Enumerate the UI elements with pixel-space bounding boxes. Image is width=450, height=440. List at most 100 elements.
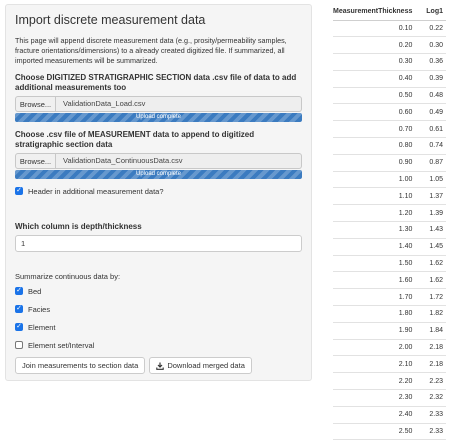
table-row: 0.80 0.74 (333, 137, 446, 155)
cell-measurement-thickness: 2.50 (333, 423, 418, 440)
measurement-upload-progress: Upload complete (15, 170, 302, 179)
facies-checkbox[interactable]: ✓ (15, 305, 23, 313)
element-checkbox[interactable]: ✓ (15, 323, 23, 331)
table-row: 2.30 2.32 (333, 389, 446, 407)
summarize-facies-row[interactable]: ✓ Facies (15, 303, 302, 315)
download-merged-label: Download merged data (167, 361, 245, 370)
cell-measurement-thickness: 0.60 (333, 103, 418, 122)
cell-log1: 1.37 (417, 187, 446, 206)
cell-log1: 1.62 (417, 255, 446, 273)
cell-log1: 2.23 (417, 372, 446, 391)
cell-log1: 0.39 (417, 70, 446, 88)
cell-log1: 2.33 (417, 406, 446, 424)
cell-measurement-thickness: 2.00 (333, 339, 418, 357)
cell-log1: 1.62 (417, 271, 446, 290)
cell-log1: 1.82 (417, 305, 446, 323)
table-row: 0.40 0.39 (333, 70, 446, 88)
summarize-bed-row[interactable]: ✓ Bed (15, 285, 302, 297)
table-row: 0.50 0.48 (333, 87, 446, 105)
table-row: 0.70 0.61 (333, 120, 446, 139)
cell-measurement-thickness: 1.80 (333, 305, 418, 323)
cell-measurement-thickness: 1.40 (333, 238, 418, 256)
cell-measurement-thickness: 0.70 (333, 120, 418, 139)
section-upload-progress: Upload complete (15, 113, 302, 122)
cell-measurement-thickness: 2.10 (333, 355, 418, 374)
page-description: This page will append discrete measureme… (15, 36, 287, 65)
cell-log1: 0.61 (417, 120, 446, 139)
measurement-file-input: Browse... ValidationData_ContinuousData.… (15, 153, 302, 169)
section-file-name[interactable]: ValidationData_Load.csv (56, 96, 302, 112)
measurement-table: MeasurementThickness Log1 0.10 0.22 0.20 0.… (333, 4, 446, 440)
table-row: 1.70 1.72 (333, 288, 446, 307)
cell-measurement-thickness: 1.50 (333, 255, 418, 273)
table-row: 1.80 1.82 (333, 305, 446, 323)
cell-log1: 0.30 (417, 36, 446, 55)
element-checkbox-label: Element (28, 322, 56, 332)
bed-checkbox-label: Bed (28, 286, 42, 296)
summarize-label: Summarize continuous data by: (15, 272, 121, 281)
table-row: 1.90 1.84 (333, 322, 446, 340)
table-row: 1.00 1.05 (333, 171, 446, 189)
element-set-checkbox-label: Element set/Interval (28, 340, 95, 350)
section-file-label: Choose DIGITIZED STRATIGRAPHIC SECTION d… (15, 73, 297, 92)
table-row: 1.30 1.43 (333, 221, 446, 239)
section-file-input: Browse... ValidationData_Load.csv (15, 96, 302, 112)
cell-measurement-thickness: 1.70 (333, 288, 418, 307)
section-browse-button[interactable]: Browse... (15, 96, 56, 112)
table-row: 0.10 0.22 (333, 20, 446, 38)
page-title: Import discrete measurement data (15, 13, 206, 27)
depth-column-input[interactable]: 1 (15, 235, 302, 252)
summarize-element-row[interactable]: ✓ Element (15, 321, 302, 333)
cell-log1: 1.05 (417, 171, 446, 189)
cell-log1: 0.87 (417, 154, 446, 172)
summarize-element-set-row[interactable]: Element set/Interval (15, 339, 302, 351)
cell-log1: 0.36 (417, 53, 446, 71)
table-row: 2.20 2.23 (333, 372, 446, 391)
column-header-log1[interactable]: Log1 (417, 4, 446, 21)
cell-log1: 2.32 (417, 389, 446, 407)
cell-measurement-thickness: 1.10 (333, 187, 418, 206)
download-merged-button[interactable]: Download merged data (149, 357, 252, 374)
column-header-measurement-thickness[interactable]: MeasurementThickness (333, 4, 418, 21)
download-icon (156, 362, 165, 370)
table-row: 2.50 2.33 (333, 423, 446, 440)
cell-measurement-thickness: 0.30 (333, 53, 418, 71)
cell-log1: 0.48 (417, 87, 446, 105)
table-row: 2.40 2.33 (333, 406, 446, 424)
cell-measurement-thickness: 0.80 (333, 137, 418, 155)
table-row: 2.00 2.18 (333, 339, 446, 357)
table-row: 1.40 1.45 (333, 238, 446, 256)
cell-log1: 2.18 (417, 355, 446, 374)
cell-measurement-thickness: 0.40 (333, 70, 418, 88)
cell-log1: 2.33 (417, 423, 446, 440)
table-row: 2.10 2.18 (333, 355, 446, 374)
cell-measurement-thickness: 2.40 (333, 406, 418, 424)
cell-log1: 1.43 (417, 221, 446, 239)
header-checkbox[interactable]: ✓ (15, 187, 23, 195)
cell-measurement-thickness: 2.20 (333, 372, 418, 391)
measurement-browse-button[interactable]: Browse... (15, 153, 56, 169)
table-row: 1.20 1.39 (333, 204, 446, 223)
table-row: 1.60 1.62 (333, 271, 446, 290)
table-row: 0.90 0.87 (333, 154, 446, 172)
header-checkbox-row[interactable]: ✓ Header in additional measurement data? (15, 185, 302, 197)
cell-measurement-thickness: 1.30 (333, 221, 418, 239)
table-body: 0.10 0.22 0.20 0.30 0.30 0.36 0.40 0.39 0.50 0.48… (333, 20, 446, 440)
table-header-row: MeasurementThickness Log1 (333, 4, 446, 21)
cell-log1: 1.72 (417, 288, 446, 307)
cell-measurement-thickness: 1.00 (333, 171, 418, 189)
cell-log1: 0.49 (417, 103, 446, 122)
table-row: 1.10 1.37 (333, 187, 446, 206)
cell-measurement-thickness: 0.20 (333, 36, 418, 55)
join-measurements-label: Join measurements to section data (22, 361, 139, 370)
action-buttons: Join measurements to section data Downlo… (15, 357, 302, 374)
cell-measurement-thickness: 1.90 (333, 322, 418, 340)
cell-measurement-thickness: 0.50 (333, 87, 418, 105)
bed-checkbox[interactable]: ✓ (15, 287, 23, 295)
table-row: 1.50 1.62 (333, 255, 446, 273)
element-set-checkbox[interactable] (15, 341, 23, 349)
measurement-file-label: Choose .csv file of MEASUREMENT data to … (15, 130, 255, 149)
table-row: 0.20 0.30 (333, 36, 446, 55)
join-measurements-button[interactable]: Join measurements to section data (15, 357, 146, 374)
measurement-file-name[interactable]: ValidationData_ContinuousData.csv (56, 153, 302, 169)
